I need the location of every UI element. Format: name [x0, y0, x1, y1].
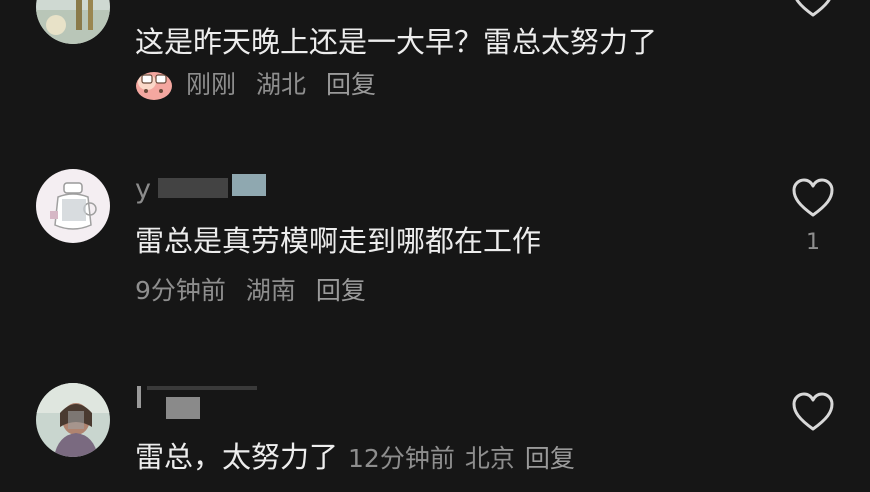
- comment-location: 湖北: [255, 70, 306, 99]
- comment-text: 雷总是真劳模啊走到哪都在工作: [135, 224, 542, 258]
- heart-outline-icon: [792, 178, 834, 217]
- reply-button[interactable]: 回复: [316, 276, 366, 305]
- heart-outline-icon: [795, 0, 831, 17]
- username-blur: [147, 386, 257, 390]
- comment-list: 这是昨天晚上还是一大早？雷总太努力了 刚刚 湖北 回复 y 雷总是真劳模啊走到哪…: [0, 0, 870, 492]
- like-count: 1: [806, 230, 820, 255]
- comment-time: 刚刚: [186, 70, 237, 99]
- reply-button[interactable]: 回复: [326, 70, 376, 99]
- username[interactable]: y: [135, 175, 151, 205]
- like-button[interactable]: [791, 0, 835, 22]
- username-blur: [158, 178, 228, 198]
- comment-text: 雷总，太努力了 12分钟前 北京 回复: [135, 440, 585, 476]
- comment-meta: 刚刚 湖北 回复: [186, 70, 388, 100]
- comment-location: 北京: [464, 444, 515, 473]
- like-button[interactable]: [791, 178, 835, 222]
- comment-location: 湖南: [245, 276, 296, 305]
- username-blur: [166, 397, 200, 419]
- heart-outline-icon: [792, 392, 834, 431]
- user-avatar[interactable]: [36, 169, 110, 243]
- comment-body: 雷总，太努力了: [135, 440, 339, 474]
- username-blur: [232, 174, 266, 196]
- user-avatar[interactable]: [36, 0, 110, 44]
- reply-button[interactable]: 回复: [525, 444, 575, 473]
- user-avatar[interactable]: [36, 383, 110, 457]
- comment-time: 9分钟前: [135, 276, 226, 305]
- comment-text: 这是昨天晚上还是一大早？雷总太努力了: [135, 25, 658, 59]
- comment-meta: 12分钟前 北京 回复: [348, 444, 585, 473]
- username-blur: [137, 386, 141, 408]
- peach-sticker-icon: [134, 67, 174, 101]
- comment-meta: 9分钟前 湖南 回复: [135, 276, 378, 306]
- comment-time: 12分钟前: [348, 444, 455, 473]
- like-button[interactable]: [791, 392, 835, 436]
